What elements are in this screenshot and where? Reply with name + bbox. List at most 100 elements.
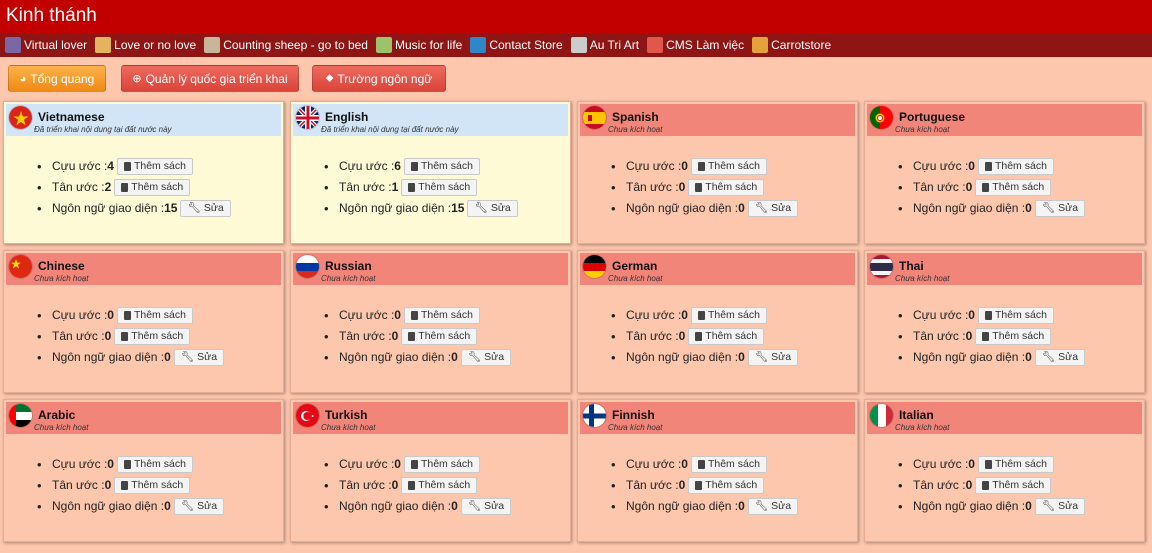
ui-language-label: Ngôn ngữ giao diện : [913,350,1026,364]
ui-language-label: Ngôn ngữ giao diện : [913,201,1026,215]
add-book-button[interactable]: Thêm sách [116,456,193,473]
edit-button[interactable]: 🔧︎ Sửa [1034,349,1086,366]
old-testament-row: Cựu ước :0Thêm sách [626,156,798,177]
language-name[interactable]: Finnish [612,408,655,422]
edit-button[interactable]: 🔧︎ Sửa [747,349,799,366]
new-testament-label: Tân ước : [52,329,105,343]
bookmark-4[interactable]: Contact Store [470,37,563,53]
language-name[interactable]: Chinese [38,259,85,273]
old-testament-count: 0 [968,159,975,173]
card-header: Italian Chưa kích hoạt [867,402,1142,434]
card-header: Finnish Chưa kích hoạt [580,402,855,434]
add-book-button[interactable]: Thêm sách [403,158,480,175]
add-book-button[interactable]: Thêm sách [688,328,765,345]
language-status: Chưa kích hoạt [608,125,663,134]
tags-icon: ⬥ [325,72,334,84]
add-book-button[interactable]: Thêm sách [114,179,191,196]
ui-language-row: Ngôn ngữ giao diện :15🔧︎Sửa [339,198,518,219]
bookmark-6[interactable]: CMS Làm việc [647,37,744,53]
language-name[interactable]: Italian [899,408,934,422]
add-book-button[interactable]: Thêm sách [401,328,478,345]
add-book-button[interactable]: Thêm sách [114,328,191,345]
gb-flag-icon [296,106,319,129]
language-name[interactable]: English [325,110,368,124]
ui-language-label: Ngôn ngữ giao diện : [626,350,739,364]
language-name[interactable]: Arabic [38,408,75,422]
new-testament-row: Tân ước :0Thêm sách [339,326,511,347]
bookmark-3[interactable]: Music for life [375,37,462,53]
add-book-button[interactable]: Thêm sách [401,477,478,494]
language-name[interactable]: Turkish [325,408,367,422]
new-testament-row: Tân ước :0Thêm sách [913,475,1085,496]
book-icon [121,183,129,192]
language-name[interactable]: Spanish [612,110,659,124]
add-book-button[interactable]: Thêm sách [977,158,1054,175]
card-header: Portuguese Chưa kích hoạt [867,104,1142,136]
language-status: Chưa kích hoạt [895,274,950,283]
stats-list: Cựu ước :6Thêm sáchTân ước :1Thêm sáchNg… [339,156,518,219]
bookmark-2[interactable]: Counting sheep - go to bed [204,37,368,53]
add-book-button[interactable]: Thêm sách [690,158,767,175]
add-book-button[interactable]: Thêm sách [114,477,191,494]
edit-button[interactable]: 🔧︎ Sửa [1034,498,1086,515]
edit-button[interactable]: 🔧︎ Sửa [747,200,799,217]
old-testament-label: Cựu ước : [52,159,108,173]
book-icon [695,183,703,192]
edit-button[interactable]: 🔧︎ Sửa [180,200,231,217]
add-book-button[interactable]: Thêm sách [975,477,1052,494]
edit-button[interactable]: 🔧︎ Sửa [467,200,518,217]
edit-button[interactable]: 🔧︎ Sửa [460,349,512,366]
add-book-button[interactable]: Thêm sách [401,179,478,196]
new-testament-row: Tân ước :0Thêm sách [52,475,224,496]
ui-language-count: 0 [738,499,745,513]
new-testament-count: 2 [104,180,112,194]
edit-button[interactable]: 🔧︎ Sửa [460,498,512,515]
add-book-button[interactable]: Thêm sách [975,328,1052,345]
add-book-button[interactable]: Thêm sách [977,456,1054,473]
edit-button[interactable]: 🔧︎ Sửa [173,498,225,515]
bookmark-5[interactable]: Au Tri Art [570,37,639,53]
language-name[interactable]: Russian [325,259,372,273]
add-book-button[interactable]: Thêm sách [975,179,1052,196]
add-book-button[interactable]: Thêm sách [116,158,193,175]
add-book-button[interactable]: Thêm sách [690,456,767,473]
edit-button[interactable]: 🔧︎ Sửa [747,498,799,515]
ui-language-label: Ngôn ngữ giao diện : [626,499,739,513]
add-book-button[interactable]: Thêm sách [116,307,193,324]
book-icon [695,481,703,490]
old-testament-label: Cựu ước : [52,308,108,322]
book-icon [984,460,992,469]
language-fields-button[interactable]: ⬥ Trường ngôn ngữ [312,65,446,92]
stats-list: Cựu ước :0Thêm sáchTân ước :0Thêm sáchNg… [52,454,225,517]
language-name[interactable]: Portuguese [899,110,965,124]
add-book-button[interactable]: Thêm sách [690,307,767,324]
language-name[interactable]: German [612,259,657,273]
add-book-button[interactable]: Thêm sách [688,179,765,196]
edit-button[interactable]: 🔧︎ Sửa [1034,200,1086,217]
book-icon [695,332,703,341]
add-book-button[interactable]: Thêm sách [977,307,1054,324]
new-testament-count: 0 [104,478,112,492]
old-testament-label: Cựu ước : [913,159,969,173]
sheep-icon [204,37,221,53]
manage-countries-button[interactable]: ⊕ Quản lý quốc gia triển khai [121,65,299,92]
new-testament-label: Tân ước : [626,329,679,343]
old-testament-label: Cựu ước : [626,159,682,173]
bookmark-7[interactable]: Carrotstore [752,37,831,53]
language-name[interactable]: Thai [899,259,924,273]
bookmark-1[interactable]: Love or no love [95,37,196,53]
edit-button[interactable]: 🔧︎ Sửa [173,349,225,366]
ae-flag-icon [9,404,32,427]
language-name[interactable]: Vietnamese [38,110,105,124]
add-book-button[interactable]: Thêm sách [688,477,765,494]
stats-list: Cựu ước :0Thêm sáchTân ước :0Thêm sáchNg… [626,305,799,368]
add-book-button[interactable]: Thêm sách [403,456,480,473]
bookmark-0[interactable]: Virtual lover [5,37,87,53]
add-book-button[interactable]: Thêm sách [403,307,480,324]
ui-language-count: 0 [1025,499,1032,513]
pt-flag-icon [870,106,893,129]
ui-language-label: Ngôn ngữ giao diện : [913,499,1026,513]
language-card-turkish: TurkishChưa kích hoạtCựu ước :0Thêm sách… [290,399,571,542]
overview-button[interactable]: ◕ Tổng quang [8,65,106,92]
de-flag-icon [583,255,606,278]
